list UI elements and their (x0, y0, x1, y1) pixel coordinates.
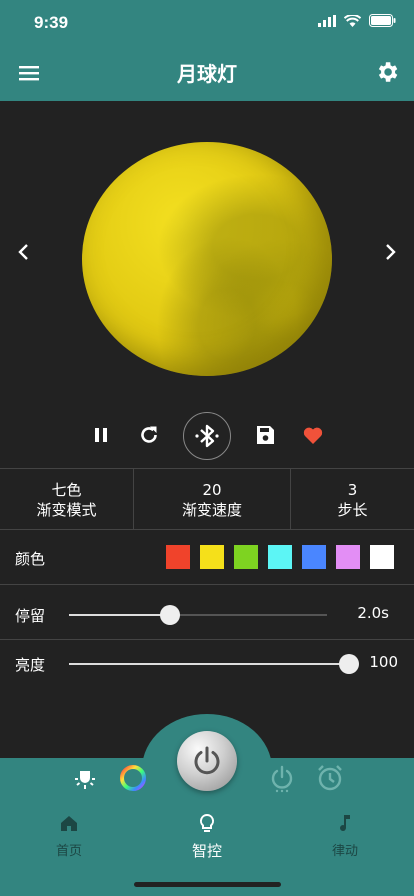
param-step[interactable]: 3 步长 (290, 469, 414, 529)
color-wheel-icon[interactable] (118, 763, 148, 793)
save-icon[interactable] (253, 423, 277, 447)
param-gradient-mode[interactable]: 七色 渐变模式 (0, 469, 133, 529)
status-icons (318, 14, 396, 27)
light-bulb-mode-icon[interactable] (70, 763, 100, 793)
stay-slider-fill (69, 614, 170, 616)
status-time: 9:39 (34, 13, 69, 32)
brightness-value: 100 (369, 653, 398, 671)
param-value: 20 (202, 481, 222, 499)
power-timer-icon[interactable] (267, 763, 297, 793)
signal-icon (318, 14, 336, 27)
tab-smart-control[interactable]: 智控 (147, 812, 267, 861)
tab-rhythm[interactable]: 律动 (285, 812, 405, 859)
app-bar: 月球灯 (0, 44, 414, 101)
chevron-left-icon[interactable] (14, 242, 34, 262)
color-swatches (166, 545, 394, 569)
color-swatch[interactable] (234, 545, 258, 569)
tab-bar: 首页 智控 律动 (0, 812, 414, 872)
brightness-slider[interactable] (69, 654, 359, 674)
stay-slider[interactable] (69, 605, 327, 625)
gradient-params: 七色 渐变模式 20 渐变速度 3 步长 (0, 468, 414, 530)
tab-label: 智控 (191, 842, 222, 860)
bluetooth-icon (195, 424, 219, 448)
power-button[interactable] (177, 731, 237, 791)
stay-slider-row: 停留 2.0s (0, 587, 414, 641)
param-label: 渐变模式 (36, 501, 97, 519)
chevron-right-icon[interactable] (380, 242, 400, 262)
lamp-preview-area (0, 101, 414, 468)
power-icon (194, 746, 220, 775)
brightness-slider-row: 亮度 100 (0, 636, 414, 690)
brightness-label: 亮度 (15, 656, 46, 674)
param-gradient-speed[interactable]: 20 渐变速度 (133, 469, 290, 529)
pause-icon[interactable] (89, 423, 113, 447)
stay-slider-thumb[interactable] (159, 605, 180, 625)
param-value: 3 (347, 481, 358, 499)
moon-lamp-image (82, 142, 332, 376)
refresh-icon[interactable] (137, 423, 161, 447)
color-swatch[interactable] (370, 545, 394, 569)
color-swatch[interactable] (268, 545, 292, 569)
tab-home[interactable]: 首页 (9, 812, 129, 859)
param-value: 七色 (51, 481, 82, 499)
tab-label: 律动 (331, 844, 358, 859)
param-label: 渐变速度 (181, 501, 242, 519)
brightness-slider-thumb[interactable] (339, 654, 359, 674)
gear-icon[interactable] (374, 59, 400, 85)
heart-icon[interactable] (301, 423, 325, 447)
page-title: 月球灯 (177, 62, 237, 86)
color-label: 颜色 (15, 550, 46, 568)
color-swatch[interactable] (200, 545, 224, 569)
color-swatch[interactable] (302, 545, 326, 569)
music-note-icon (340, 815, 350, 832)
home-indicator (134, 882, 281, 887)
color-row: 颜色 (0, 530, 414, 585)
param-label: 步长 (337, 501, 368, 519)
tab-label: 首页 (55, 844, 82, 859)
status-bar: 9:39 (0, 0, 414, 44)
wifi-icon (344, 14, 361, 27)
color-swatch[interactable] (166, 545, 190, 569)
brightness-slider-fill (69, 663, 349, 665)
stay-value: 2.0s (357, 604, 389, 622)
alarm-clock-icon[interactable] (315, 763, 345, 793)
playback-controls (0, 409, 414, 461)
bluetooth-button[interactable] (183, 412, 231, 460)
color-swatch[interactable] (336, 545, 360, 569)
home-icon (61, 816, 77, 831)
battery-icon (369, 14, 396, 27)
stay-label: 停留 (15, 607, 46, 625)
bulb-icon (199, 813, 215, 832)
